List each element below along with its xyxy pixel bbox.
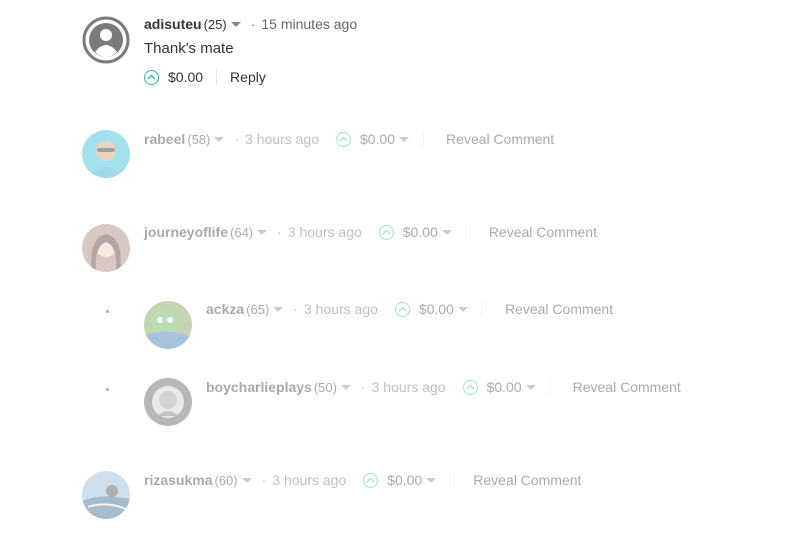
user-photo-icon <box>144 301 192 349</box>
comment-rizasukma: rizasukma (60) · 3 hours ago $0.00 Revea… <box>0 460 799 540</box>
separator-dot: · <box>234 131 240 147</box>
user-photo-icon <box>82 224 130 272</box>
separator-dot: · <box>293 301 298 317</box>
separator-dot: · <box>360 379 366 395</box>
user-photo-icon <box>144 378 192 426</box>
payout-amount[interactable]: $0.00 <box>168 69 203 85</box>
timestamp[interactable]: 3 hours ago <box>304 301 378 317</box>
user-icon <box>82 16 130 64</box>
caret-down-icon[interactable] <box>257 229 268 235</box>
comment-actions: $0.00 Reply <box>144 67 266 87</box>
author-reputation: (50) <box>313 379 337 395</box>
payout-amount[interactable]: $0.00 <box>419 301 454 317</box>
divider <box>216 69 218 85</box>
author-name[interactable]: journeyoflife <box>144 224 228 240</box>
divider <box>549 379 551 395</box>
chevron-up-circle-icon[interactable] <box>378 224 394 240</box>
chevron-up-circle-icon[interactable] <box>363 472 379 488</box>
payout-amount[interactable]: $0.00 <box>403 224 438 240</box>
avatar[interactable] <box>144 301 192 349</box>
separator-dot: · <box>250 16 256 32</box>
author-reputation: (58) <box>187 131 211 147</box>
caret-down-icon[interactable] <box>457 306 468 312</box>
timestamp[interactable]: 3 hours ago <box>288 224 362 240</box>
caret-down-icon[interactable] <box>273 306 284 312</box>
caret-down-icon[interactable] <box>441 229 452 235</box>
comment-meta: rabeel (58) · 3 hours ago $0.00 Reveal C… <box>144 129 554 149</box>
divider <box>465 224 467 240</box>
chevron-up-circle-icon[interactable] <box>394 301 410 317</box>
author-reputation: (60) <box>214 472 238 488</box>
comment-boycharlieplays: boycharlieplays (50) · 3 hours ago $0.00… <box>0 368 799 438</box>
reply-button[interactable]: Reply <box>230 69 266 85</box>
timestamp[interactable]: 3 hours ago <box>245 131 319 147</box>
reveal-comment-button[interactable]: Reveal Comment <box>446 131 554 147</box>
comment-body: Thank's mate <box>144 40 234 57</box>
author-name[interactable]: rizasukma <box>144 472 212 488</box>
timestamp[interactable]: 3 hours ago <box>272 472 346 488</box>
author-name[interactable]: ackza <box>206 301 244 317</box>
avatar[interactable] <box>82 471 130 519</box>
comment-rabeel: rabeel (58) · 3 hours ago $0.00 Reveal C… <box>0 112 799 192</box>
comment-meta: boycharlieplays (50) · 3 hours ago $0.00… <box>206 377 681 397</box>
separator-dot: · <box>277 224 282 240</box>
caret-down-icon[interactable] <box>426 477 437 483</box>
avatar[interactable] <box>82 224 130 272</box>
timestamp[interactable]: 3 hours ago <box>372 379 446 395</box>
comment-adisuteu: adisuteu (25) · 15 minutes ago Thank's m… <box>0 0 799 100</box>
payout-amount[interactable]: $0.00 <box>487 379 522 395</box>
caret-down-icon[interactable] <box>399 136 410 142</box>
caret-down-icon[interactable] <box>241 477 252 483</box>
avatar[interactable] <box>82 16 130 64</box>
chevron-up-circle-icon[interactable] <box>462 379 478 395</box>
payout-amount[interactable]: $0.00 <box>360 131 395 147</box>
divider <box>481 301 483 317</box>
comment-journeyoflife: journeyoflife (64) · 3 hours ago $0.00 R… <box>0 205 799 285</box>
divider <box>423 131 425 147</box>
author-name[interactable]: rabeel <box>144 131 185 147</box>
chevron-up-circle-icon[interactable] <box>144 69 159 85</box>
comment-ackza: ackza (65) · 3 hours ago $0.00 Reveal Co… <box>0 290 799 360</box>
caret-down-icon[interactable] <box>230 21 241 27</box>
author-name[interactable]: adisuteu <box>144 16 202 32</box>
author-reputation: (65) <box>246 301 270 317</box>
user-photo-icon <box>82 130 130 178</box>
avatar[interactable] <box>144 378 192 426</box>
reveal-comment-button[interactable]: Reveal Comment <box>473 472 581 488</box>
chevron-up-circle-icon[interactable] <box>336 131 351 147</box>
comment-meta: journeyoflife (64) · 3 hours ago $0.00 R… <box>144 222 597 242</box>
avatar[interactable] <box>82 130 130 178</box>
author-reputation: (64) <box>230 224 254 240</box>
divider <box>450 472 452 488</box>
author-name[interactable]: boycharlieplays <box>206 379 312 395</box>
comment-meta: rizasukma (60) · 3 hours ago $0.00 Revea… <box>144 470 581 490</box>
payout-amount[interactable]: $0.00 <box>387 472 422 488</box>
reveal-comment-button[interactable]: Reveal Comment <box>505 301 613 317</box>
caret-down-icon[interactable] <box>525 384 536 390</box>
separator-dot: · <box>261 472 267 488</box>
author-reputation: (25) <box>203 16 227 32</box>
user-photo-icon <box>82 471 130 519</box>
caret-down-icon[interactable] <box>340 384 351 390</box>
caret-down-icon[interactable] <box>214 136 225 142</box>
comment-meta: adisuteu (25) · 15 minutes ago <box>144 14 357 34</box>
timestamp[interactable]: 15 minutes ago <box>261 16 357 32</box>
comment-meta: ackza (65) · 3 hours ago $0.00 Reveal Co… <box>206 299 613 319</box>
reveal-comment-button[interactable]: Reveal Comment <box>573 379 681 395</box>
reveal-comment-button[interactable]: Reveal Comment <box>489 224 597 240</box>
